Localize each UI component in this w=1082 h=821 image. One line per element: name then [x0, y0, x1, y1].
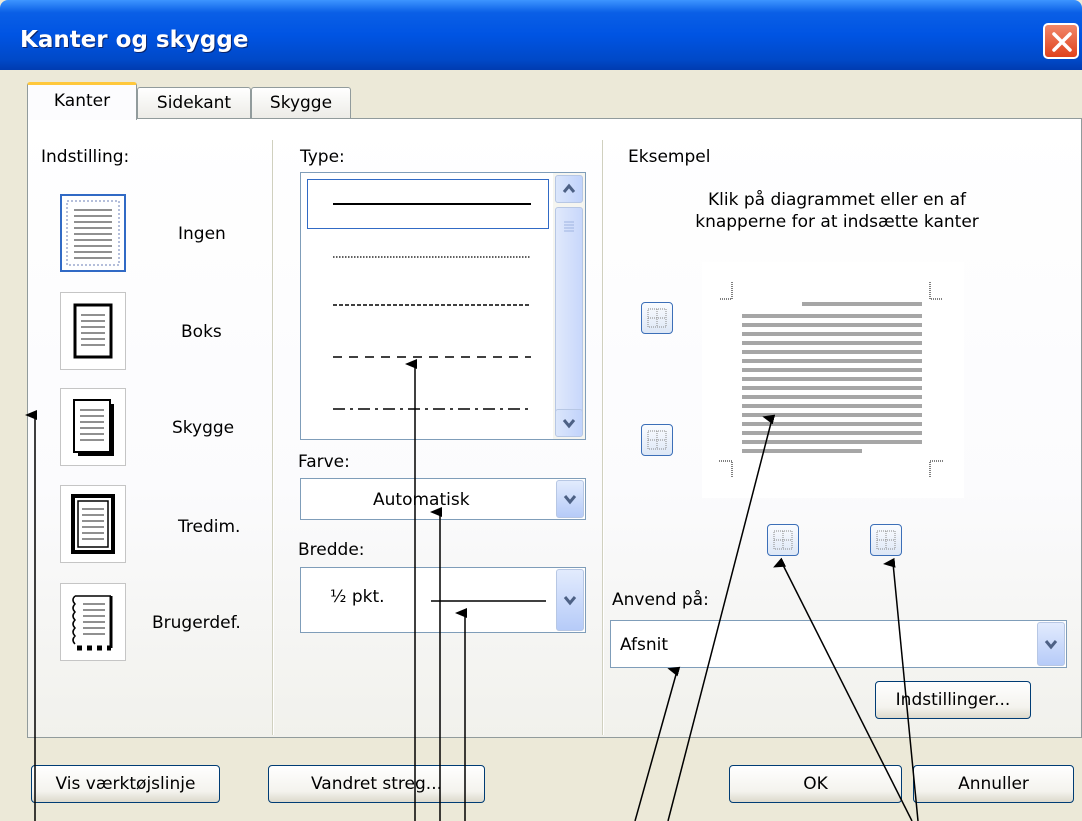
- arrow-apply: [634, 666, 681, 821]
- arrow-left-border: [773, 557, 913, 821]
- tab-label: Kanter: [53, 91, 111, 111]
- tab-kanter[interactable]: Kanter: [27, 82, 137, 120]
- arrow-preview: [667, 414, 776, 821]
- annotation-arrows: [25, 359, 919, 821]
- arrow-right-border: [883, 557, 919, 821]
